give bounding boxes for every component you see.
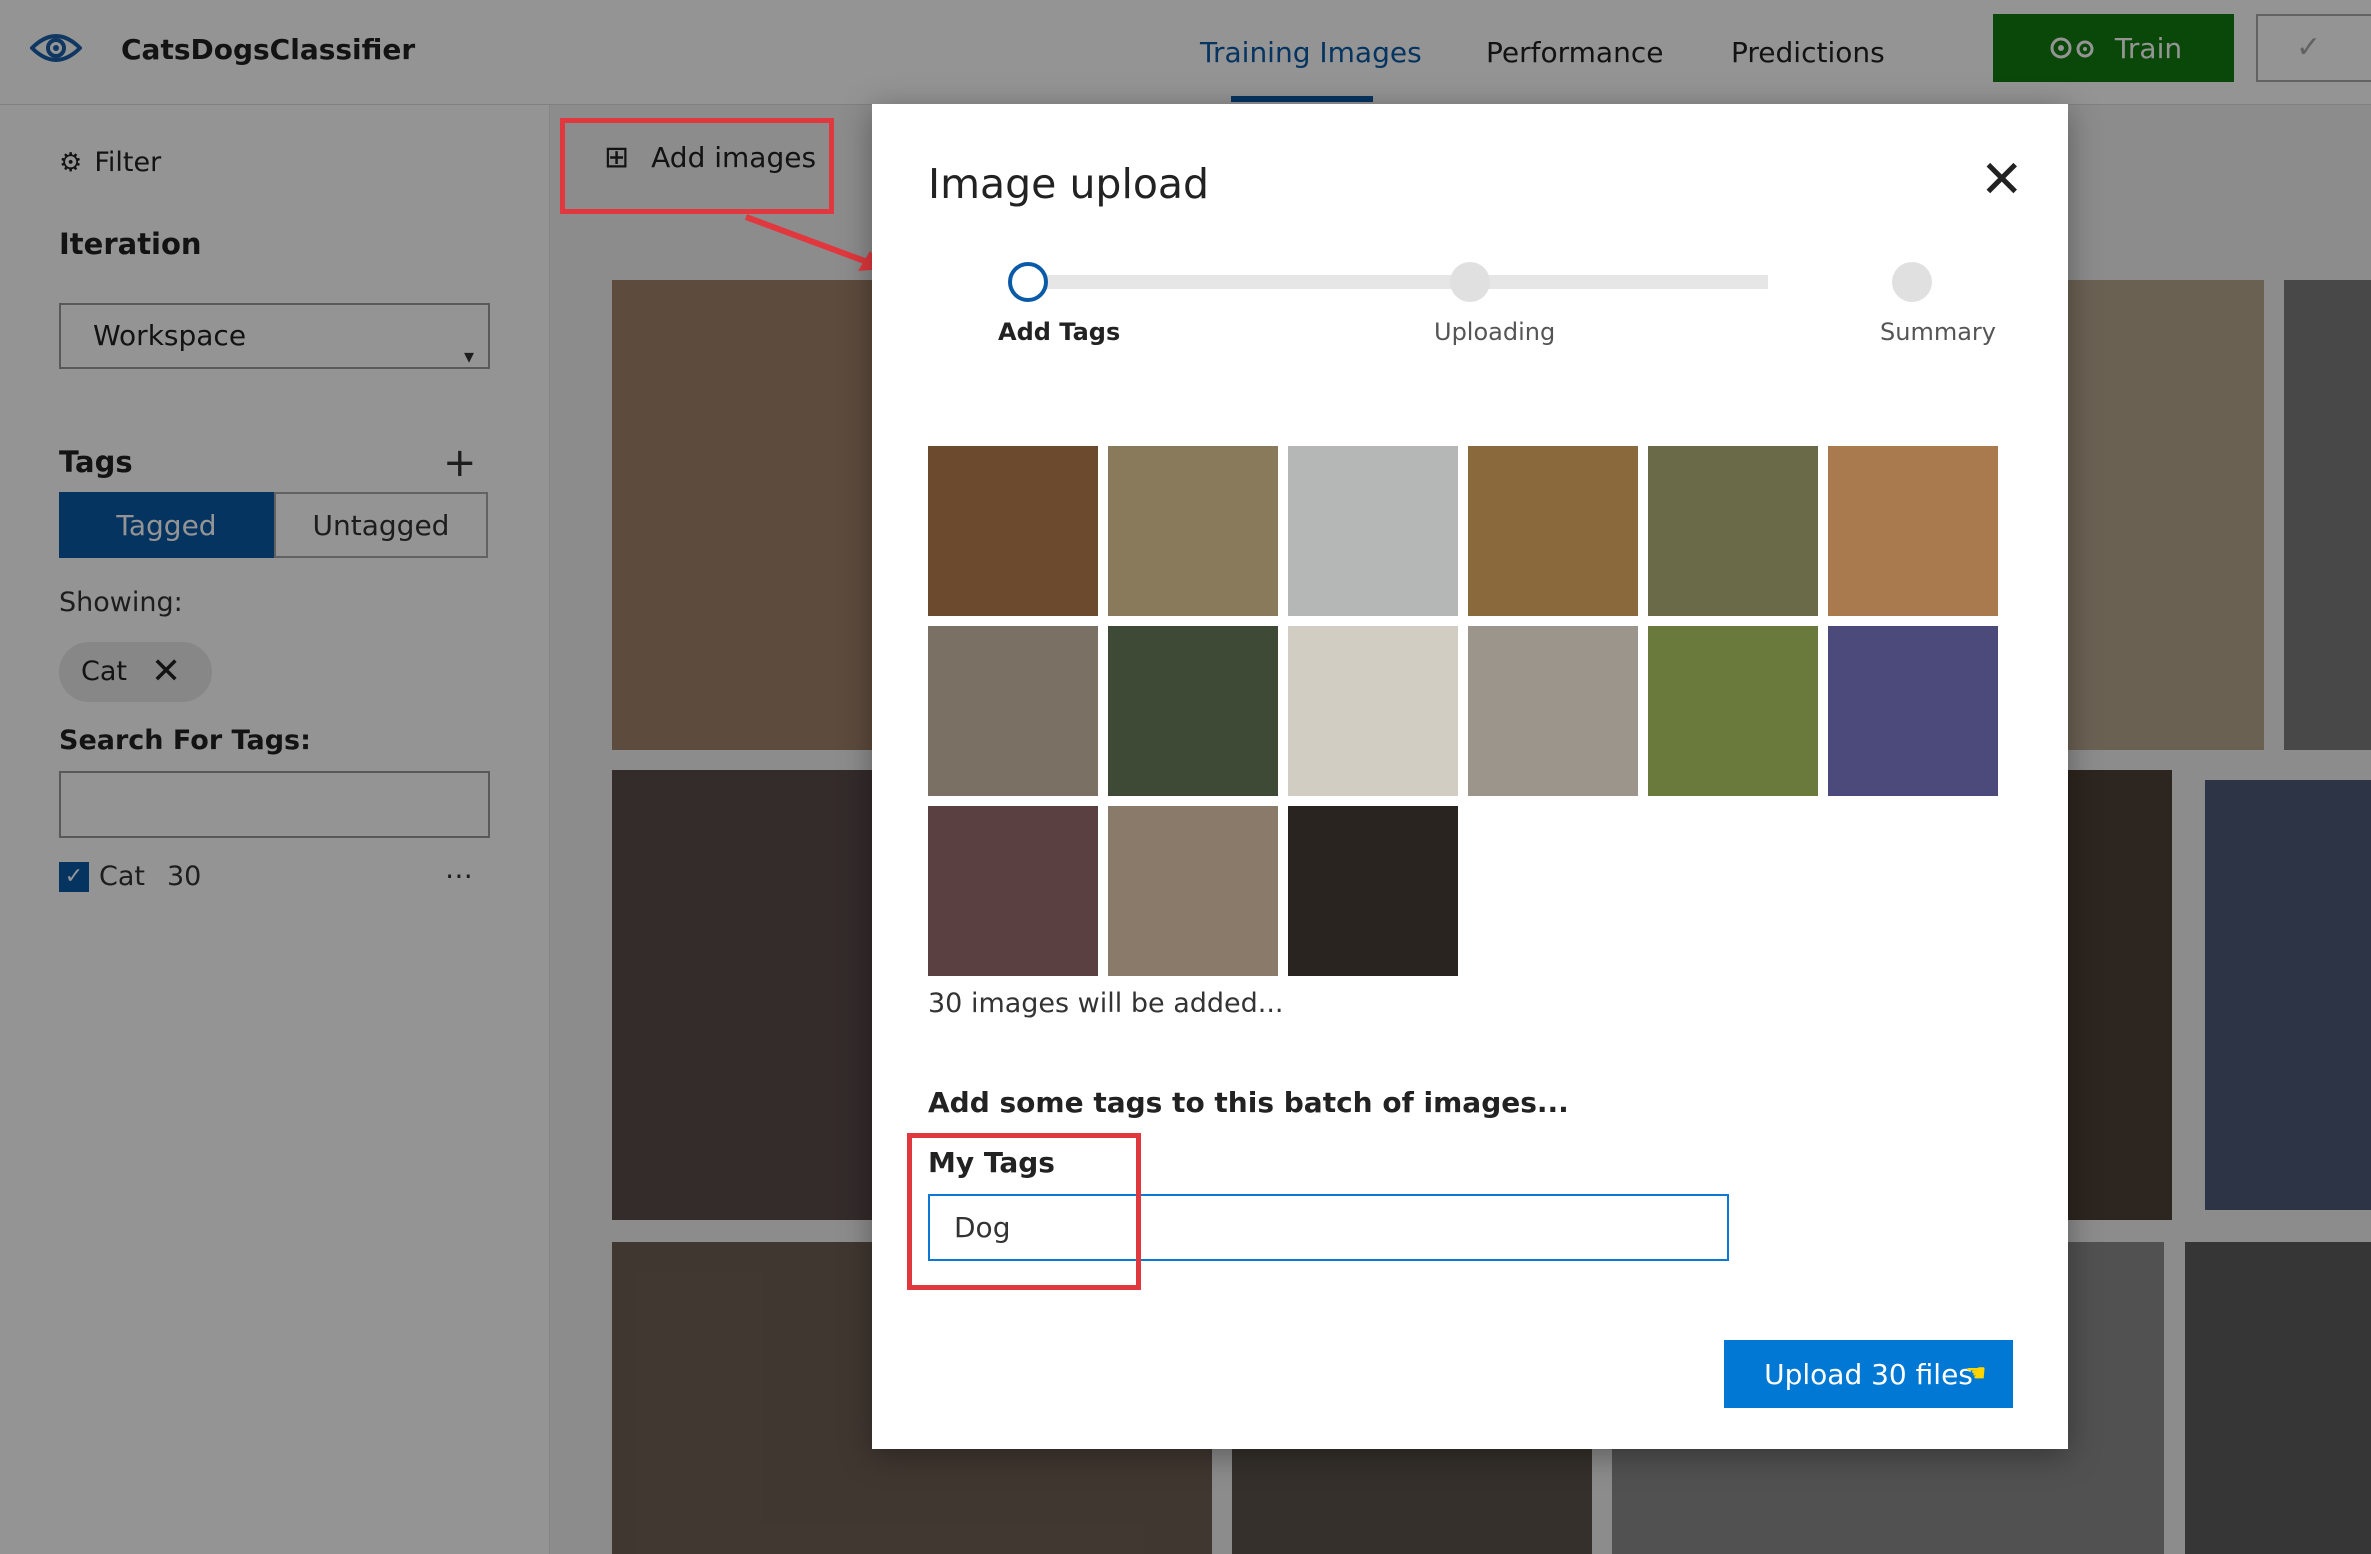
dialog-title: Image upload xyxy=(928,160,1210,208)
dog-image-thumbnail xyxy=(1648,446,1818,616)
batch-prompt: Add some tags to this batch of images... xyxy=(928,1086,1569,1119)
dog-image-thumbnail xyxy=(1288,626,1458,796)
annotation-box-my-tags xyxy=(907,1133,1141,1290)
step-dot-summary xyxy=(1892,262,1932,302)
dog-image-thumbnail xyxy=(1288,806,1458,976)
dog-image-thumbnail xyxy=(1648,626,1818,796)
step-dot-add-tags xyxy=(1008,262,1048,302)
close-icon[interactable]: ✕ xyxy=(1980,154,2024,206)
dog-image-thumbnail xyxy=(1468,626,1638,796)
step-label-add-tags: Add Tags xyxy=(998,318,1121,346)
dog-image-thumbnail xyxy=(1828,446,1998,616)
dog-image-thumbnail xyxy=(1108,446,1278,616)
annotation-arrow-icon xyxy=(744,214,884,271)
step-label-summary: Summary xyxy=(1880,318,1996,346)
dog-image-thumbnail xyxy=(1108,626,1278,796)
dog-image-thumbnail xyxy=(928,446,1098,616)
dog-image-thumbnail xyxy=(1828,626,1998,796)
progress-track xyxy=(1030,275,1768,289)
step-label-uploading: Uploading xyxy=(1434,318,1556,346)
dog-image-thumbnail xyxy=(1468,446,1638,616)
pointer-cursor-icon: ☚ xyxy=(1965,1359,1987,1387)
dog-image-thumbnail xyxy=(1288,446,1458,616)
dog-image-thumbnail xyxy=(1108,806,1278,976)
image-preview-grid xyxy=(928,444,2008,976)
step-dot-uploading xyxy=(1450,262,1490,302)
dog-image-thumbnail xyxy=(928,806,1098,976)
dog-image-thumbnail xyxy=(928,626,1098,796)
image-count-text: 30 images will be added... xyxy=(928,988,1284,1019)
annotation-box-add-images xyxy=(560,118,834,214)
